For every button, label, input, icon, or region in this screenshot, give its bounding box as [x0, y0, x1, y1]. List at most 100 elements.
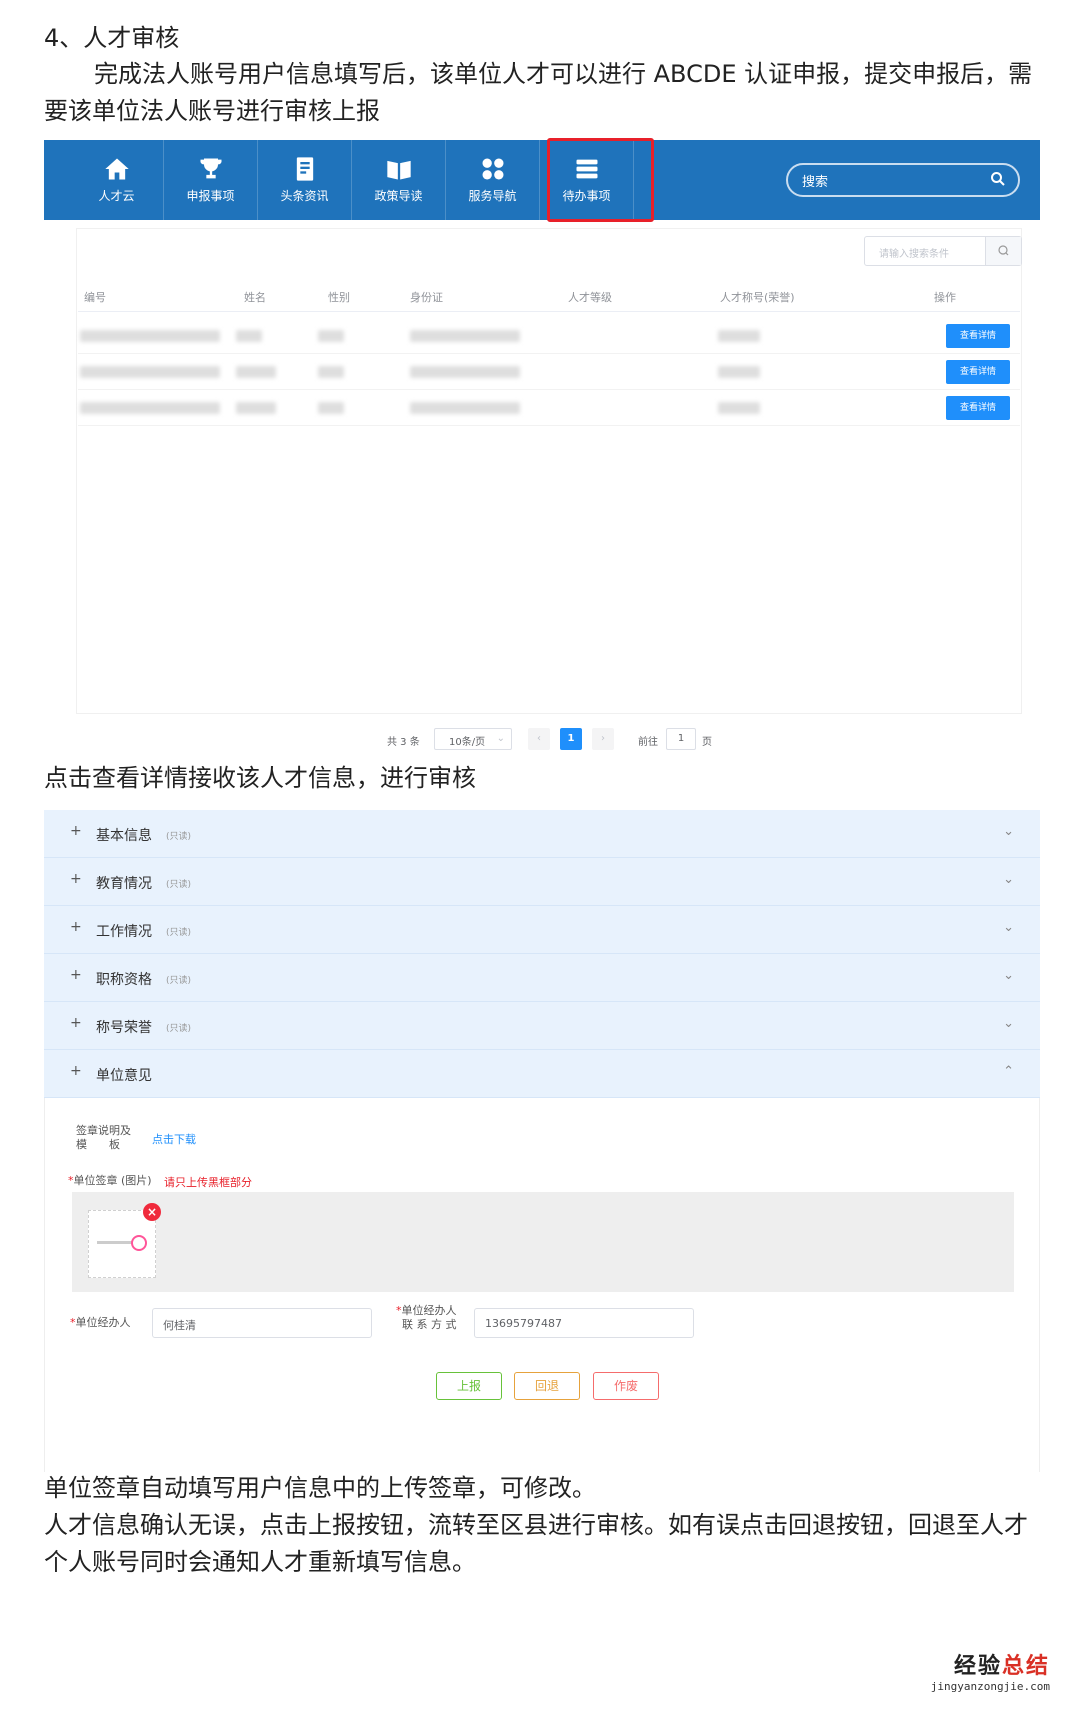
accordion-title-qualification[interactable]: + 职称资格 (只读) ⌄ — [44, 954, 1040, 1002]
next-page-button[interactable]: › — [592, 728, 614, 750]
column-header: 姓名 — [244, 291, 266, 304]
return-button[interactable]: 回退 — [514, 1372, 580, 1400]
watermark-logo: 经验总结 — [953, 1654, 1050, 1679]
plus-icon: + — [70, 871, 82, 887]
search-icon — [998, 245, 1009, 256]
pagination-total: 共 3 条 — [387, 737, 420, 748]
plus-icon: + — [70, 823, 82, 839]
current-page[interactable]: 1 — [560, 728, 582, 750]
accordion-unit-opinion[interactable]: + 单位意见 ⌃ — [44, 1050, 1040, 1098]
nav-item-service[interactable]: 服务导航 — [446, 140, 540, 220]
stamp-icon — [131, 1235, 147, 1251]
blurred-cell — [318, 330, 344, 342]
page-size-select[interactable]: 10条/页 ⌄ — [434, 728, 512, 750]
table-search[interactable]: 请输入搜索条件 — [864, 236, 1022, 266]
accordion-work[interactable]: + 工作情况 (只读) ⌄ — [44, 906, 1040, 954]
nav-highlight-box — [547, 138, 654, 222]
close-icon[interactable]: × — [143, 1203, 161, 1221]
submit-button[interactable]: 上报 — [436, 1372, 502, 1400]
seal-upload-area[interactable] — [72, 1192, 1014, 1292]
page-suffix: 页 — [702, 737, 712, 748]
blurred-cell — [236, 366, 276, 378]
blurred-cell — [80, 366, 220, 378]
view-details-button[interactable]: 查看详情 — [946, 396, 1010, 420]
site-watermark: 经验总结 jingyanzongjie.com — [931, 1648, 1050, 1693]
blurred-cell — [236, 330, 262, 342]
nav-label: 申报事项 — [186, 189, 235, 203]
page-size-value: 10条/页 — [449, 737, 486, 748]
handler-input[interactable]: 何桂清 — [152, 1308, 372, 1338]
chevron-down-icon[interactable]: ⌄ — [1003, 1016, 1014, 1031]
table-search-input[interactable]: 请输入搜索条件 — [865, 237, 985, 265]
chevron-down-icon[interactable]: ⌄ — [1003, 968, 1014, 983]
blurred-cell — [236, 402, 276, 414]
column-header: 身份证 — [410, 291, 443, 304]
contact-input[interactable]: 13695797487 — [474, 1308, 694, 1338]
accordion-title: 教育情况 — [96, 876, 152, 892]
chevron-down-icon[interactable]: ⌄ — [1003, 824, 1014, 839]
template-download-link[interactable]: 点击下载 — [152, 1131, 196, 1147]
chevron-down-icon[interactable]: ⌄ — [1003, 920, 1014, 935]
column-header: 编号 — [84, 291, 106, 304]
blurred-cell — [718, 366, 760, 378]
handler-label: *单位经办人 — [70, 1316, 131, 1329]
accordion-education[interactable]: + 教育情况 (只读) ⌄ — [44, 858, 1040, 906]
readonly-tag: (只读) — [166, 832, 192, 842]
search-icon[interactable] — [990, 171, 1006, 187]
accordion-title: 称号荣誉 — [96, 1020, 152, 1036]
nav-label: 头条资讯 — [280, 189, 329, 203]
table-row: 查看详情 — [78, 354, 1020, 390]
intro-paragraph: 完成法人账号用户信息填写后，该单位人才可以进行 ABCDE 认证申报，提交申报后… — [44, 60, 1033, 125]
accordion-title: 单位意见 — [96, 1068, 152, 1084]
nav-label: 服务导航 — [468, 189, 517, 203]
blurred-cell — [410, 402, 520, 414]
nav-label: 人才云 — [98, 189, 135, 203]
plus-icon: + — [70, 1015, 82, 1031]
readonly-tag: (只读) — [166, 928, 192, 938]
plus-icon: + — [70, 919, 82, 935]
home-icon — [104, 158, 129, 180]
column-header: 性别 — [328, 291, 350, 304]
plus-icon: + — [70, 1063, 82, 1079]
seal-label: *单位签章 (图片) — [68, 1174, 152, 1187]
chevron-up-icon[interactable]: ⌃ — [1003, 1064, 1014, 1079]
blurred-cell — [318, 402, 344, 414]
blurred-cell — [718, 402, 760, 414]
section-heading: 4、人才审核 — [44, 24, 180, 52]
readonly-tag: (只读) — [166, 1024, 192, 1034]
accordion-honors[interactable]: + 称号荣誉 (只读) ⌄ — [44, 1002, 1040, 1050]
blurred-cell — [410, 330, 520, 342]
view-details-button[interactable]: 查看详情 — [946, 324, 1010, 348]
table-row: 查看详情 — [78, 390, 1020, 426]
step-paragraph: 点击查看详情接收该人才信息，进行审核 — [44, 764, 476, 792]
accordion-basic-info[interactable]: + 基本信息 (只读) ⌄ — [44, 810, 1040, 858]
watermark-url: jingyanzongjie.com — [930, 1680, 1050, 1693]
chevron-down-icon[interactable]: ⌄ — [1003, 872, 1014, 887]
void-button[interactable]: 作废 — [593, 1372, 659, 1400]
grid-icon — [482, 158, 503, 180]
seal-note-label: 签章说明及 模 板 — [76, 1124, 131, 1151]
column-header: 操作 — [934, 291, 956, 304]
table-search-button[interactable] — [985, 237, 1021, 265]
nav-item-news[interactable]: 头条资讯 — [258, 140, 352, 220]
nav-label: 政策导读 — [374, 189, 423, 203]
nav-item-declaration[interactable]: 申报事项 — [164, 140, 258, 220]
column-header: 人才等级 — [568, 291, 612, 304]
blurred-cell — [718, 330, 760, 342]
goto-label: 前往 — [638, 737, 658, 748]
nav-item-policy[interactable]: 政策导读 — [352, 140, 446, 220]
trophy-icon — [200, 158, 221, 179]
contact-label: *单位经办人 联 系 方 式 — [396, 1304, 457, 1331]
goto-page-input[interactable]: 1 — [666, 728, 696, 750]
readonly-tag: (只读) — [166, 976, 192, 986]
nav-search-box[interactable]: 搜索 — [786, 163, 1020, 197]
blurred-cell — [410, 366, 520, 378]
blurred-cell — [80, 402, 220, 414]
seal-warning: 请只上传黑框部分 — [164, 1176, 252, 1189]
nav-item-talent-cloud[interactable]: 人才云 — [70, 140, 164, 220]
blurred-cell — [80, 330, 220, 342]
view-details-button[interactable]: 查看详情 — [946, 360, 1010, 384]
prev-page-button[interactable]: ‹ — [528, 728, 550, 750]
column-header: 人才称号(荣誉) — [720, 291, 795, 304]
accordion-title: 基本信息 — [96, 828, 152, 844]
